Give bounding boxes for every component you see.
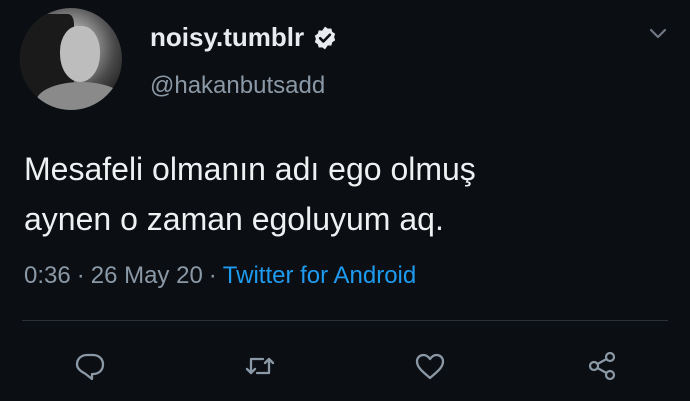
author-name-row[interactable]: noisy.tumblr (150, 22, 338, 53)
tweet-text: Mesafeli olmanın adı ego olmuş aynen o z… (24, 144, 664, 244)
heart-icon (415, 353, 445, 380)
verified-badge-icon (312, 25, 338, 51)
tweet-date[interactable]: 26 May 20 (91, 262, 203, 289)
tweet-time[interactable]: 0:36 (24, 262, 71, 289)
chevron-down-icon[interactable] (648, 26, 668, 42)
retweet-button[interactable] (240, 346, 280, 386)
tweet-source-link[interactable]: Twitter for Android (223, 262, 416, 289)
avatar-face (60, 26, 100, 82)
author-handle[interactable]: @hakanbutsadd (150, 72, 325, 100)
tweet-text-line: aynen o zaman egoluyum aq. (24, 201, 444, 237)
reply-icon (75, 353, 105, 381)
retweet-icon (245, 357, 275, 375)
like-button[interactable] (410, 346, 450, 386)
avatar[interactable] (20, 8, 122, 110)
tweet-card: noisy.tumblr @hakanbutsadd Mesafeli olma… (0, 0, 690, 401)
share-icon (588, 351, 616, 381)
reply-button[interactable] (70, 346, 110, 386)
tweet-meta: 0:36 · 26 May 20 · Twitter for Android (24, 262, 416, 290)
meta-separator: · (208, 262, 217, 289)
display-name[interactable]: noisy.tumblr (150, 22, 304, 53)
meta-separator: · (76, 262, 85, 289)
share-button[interactable] (582, 346, 622, 386)
divider (22, 320, 668, 321)
tweet-text-line: Mesafeli olmanın adı ego olmuş (24, 151, 476, 187)
